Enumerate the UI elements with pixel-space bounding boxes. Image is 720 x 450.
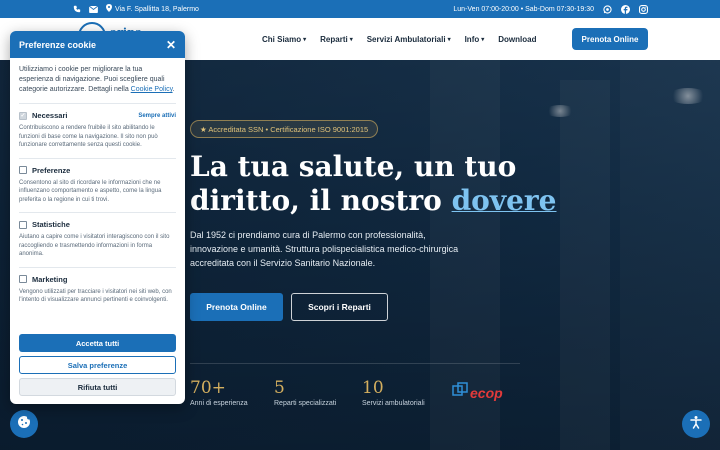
nav-item-chi-siamo[interactable]: Chi Siamo ▾ xyxy=(262,35,306,44)
nav-label: Info xyxy=(464,34,480,44)
stat-departments: 5 Reparti specializzati xyxy=(274,378,336,407)
nav-item-reparti[interactable]: Reparti ▾ xyxy=(320,35,353,44)
category-label: Necessari xyxy=(32,111,68,120)
cookie-panel-header: Preferenze cookie ✕ xyxy=(10,31,185,58)
checkbox-statistics[interactable] xyxy=(19,220,27,229)
cookie-intro: Utilizziamo i cookie per migliorare la t… xyxy=(10,58,185,95)
always-active-label: Sempre attivi xyxy=(138,112,176,119)
address-text: Via F. Spallitta 18, Palermo xyxy=(115,5,199,13)
hero-title-highlight: dovere xyxy=(451,184,557,217)
category-description: Consentono al sito di ricordare le infor… xyxy=(19,179,162,203)
cookie-policy-link[interactable]: Cookie Policy xyxy=(131,86,173,93)
facebook-icon[interactable] xyxy=(621,4,630,14)
category-description: Aiutano a capire come i visitatori inter… xyxy=(19,234,170,257)
main-nav: Chi Siamo ▾ Reparti ▾ Servizi Ambulatorial… xyxy=(262,18,536,60)
stat-years: 70+ Anni di esperienza xyxy=(190,378,248,407)
accessibility-icon xyxy=(689,415,703,434)
category-label: Marketing xyxy=(32,274,68,284)
opening-hours: Lun-Ven 07:00-20:00 • Sab-Dom 07:30-19:3… xyxy=(453,5,594,13)
chevron-down-icon: ▾ xyxy=(349,36,353,43)
accreditation-badge: ★ Accreditata SSN • Certificazione ISO 9… xyxy=(190,120,379,138)
stats-divider xyxy=(190,363,520,364)
nav-item-servizi-ambulatoriali[interactable]: Servizi Ambulatoriali ▾ xyxy=(367,35,451,44)
cookie-category-statistics: Statistiche Aiutano a capire come i visi… xyxy=(10,212,185,259)
nav-label: Download xyxy=(498,34,537,44)
top-bar: Via F. Spallitta 18, Palermo Lun-Ven 07:… xyxy=(0,0,720,18)
close-icon[interactable]: ✕ xyxy=(166,39,176,51)
cookie-category-marketing: Marketing Vengono utilizzati per traccia… xyxy=(10,266,185,305)
nav-label: Reparti xyxy=(320,34,348,44)
stat-label: Anni di esperienza xyxy=(190,400,248,407)
accept-all-button[interactable]: Accetta tutti xyxy=(19,334,176,352)
chevron-down-icon: ▾ xyxy=(447,36,451,43)
mail-icon[interactable] xyxy=(89,5,98,13)
save-preferences-button[interactable]: Salva preferenze xyxy=(19,356,176,374)
whatsapp-icon[interactable] xyxy=(603,4,612,14)
category-description: Contribuiscono a rendere fruibile il sit… xyxy=(19,125,158,148)
cookie-intro-end: . xyxy=(172,86,175,93)
hero-title-line1: La tua salute, un tuo xyxy=(190,150,517,183)
stat-label: Servizi ambulatoriali xyxy=(362,400,425,407)
hero-lead: Dal 1952 ci prendiamo cura di Palermo co… xyxy=(190,230,459,268)
cookie-actions: Accetta tutti Salva preferenze Rifiuta t… xyxy=(19,334,176,400)
accessibility-button[interactable] xyxy=(682,410,710,438)
cookie-preferences-panel: Preferenze cookie ✕ Utilizziamo i cookie… xyxy=(10,31,185,404)
stat-services: 10 Servizi ambulatoriali xyxy=(362,378,425,407)
phone-icon[interactable] xyxy=(73,5,81,13)
checkbox-necessary: ✓ xyxy=(19,111,27,120)
ecop-logo-icon xyxy=(452,382,468,403)
nav-label: Servizi Ambulatoriali xyxy=(366,34,446,44)
hero-title-line2: diritto, il nostro xyxy=(190,184,452,217)
category-label: Preferenze xyxy=(32,165,71,175)
nav-label: Chi Siamo xyxy=(262,34,302,44)
cookie-category-necessary: ✓ Necessari Sempre attivi Contribuiscono… xyxy=(10,103,185,150)
category-label: Statistiche xyxy=(32,220,70,229)
category-description: Vengono utilizzati per tracciare i visit… xyxy=(19,288,172,304)
nav-item-info[interactable]: Info ▾ xyxy=(465,35,485,44)
discover-departments-button[interactable]: Scopri i Reparti xyxy=(291,293,388,321)
book-online-button[interactable]: Prenota Online xyxy=(572,28,648,50)
chevron-down-icon: ▾ xyxy=(481,36,485,43)
cookie-icon xyxy=(17,415,31,434)
checkbox-preferences[interactable] xyxy=(19,166,27,174)
cookie-panel-title: Preferenze cookie xyxy=(19,39,97,50)
stat-number: 70+ xyxy=(190,378,226,398)
cookie-category-preferences: Preferenze Consentono al sito di ricorda… xyxy=(10,157,185,205)
partner-logo: ecop xyxy=(452,382,503,403)
reject-all-button[interactable]: Rifiuta tutti xyxy=(19,378,176,396)
chevron-down-icon: ▾ xyxy=(303,36,307,43)
instagram-icon[interactable] xyxy=(639,4,648,14)
stat-label: Reparti specializzati xyxy=(274,400,337,407)
stat-number: 5 xyxy=(274,378,285,398)
checkbox-marketing[interactable] xyxy=(19,275,27,283)
nav-item-download[interactable]: Download xyxy=(498,35,536,44)
partner-name: ecop xyxy=(470,384,503,401)
cookie-settings-button[interactable] xyxy=(10,410,38,438)
hero-title: La tua salute, un tuo diritto, il nostro… xyxy=(190,150,560,218)
hero-book-online-button[interactable]: Prenota Online xyxy=(190,293,283,321)
stat-number: 10 xyxy=(362,378,384,398)
address: Via F. Spallitta 18, Palermo xyxy=(106,4,199,14)
map-pin-icon xyxy=(106,4,112,14)
